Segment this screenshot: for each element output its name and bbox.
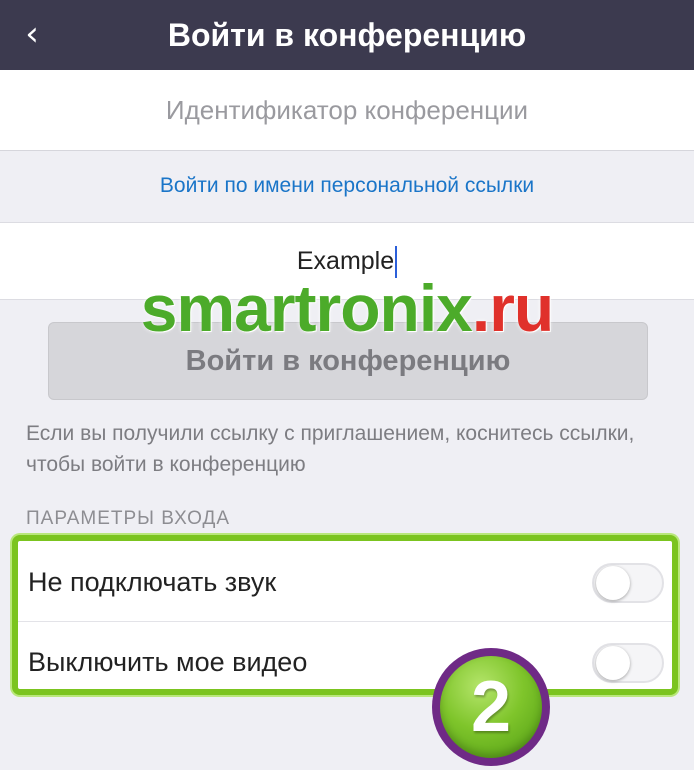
- option-video-off-row[interactable]: Выключить мое видео: [18, 623, 672, 701]
- option-mute-audio-label: Не подключать звук: [28, 567, 277, 597]
- step-badge-inner: 2: [440, 656, 542, 758]
- mute-audio-toggle[interactable]: [592, 563, 664, 603]
- step-number: 2: [470, 667, 512, 747]
- app-header: ‹ Войти в конференцию: [0, 0, 694, 70]
- step-number-badge: 2: [432, 648, 550, 766]
- watermark-name: smartronix: [140, 271, 473, 345]
- personal-link-button[interactable]: Войти по имени персональной ссылки: [0, 150, 694, 222]
- video-off-toggle[interactable]: [592, 643, 664, 683]
- option-video-off-label: Выключить мое видео: [28, 647, 308, 677]
- meeting-id-placeholder: Идентификатор конференции: [165, 95, 529, 125]
- option-mute-audio-row[interactable]: Не подключать звук: [18, 543, 672, 622]
- meeting-id-input[interactable]: Идентификатор конференции: [0, 70, 694, 151]
- join-options-title: ПАРАМЕТРЫ ВХОДА: [26, 508, 231, 529]
- toggle-knob: [596, 566, 630, 600]
- toggle-knob: [596, 646, 630, 680]
- invite-hint-text: Если вы получили ссылку с приглашением, …: [26, 422, 635, 476]
- watermark-domain: .ru: [471, 271, 554, 345]
- join-options-panel: Не подключать звук Выключить мое видео: [12, 535, 678, 695]
- page-title: Войти в конференцию: [167, 17, 527, 53]
- watermark: smartronix.ru: [0, 270, 694, 346]
